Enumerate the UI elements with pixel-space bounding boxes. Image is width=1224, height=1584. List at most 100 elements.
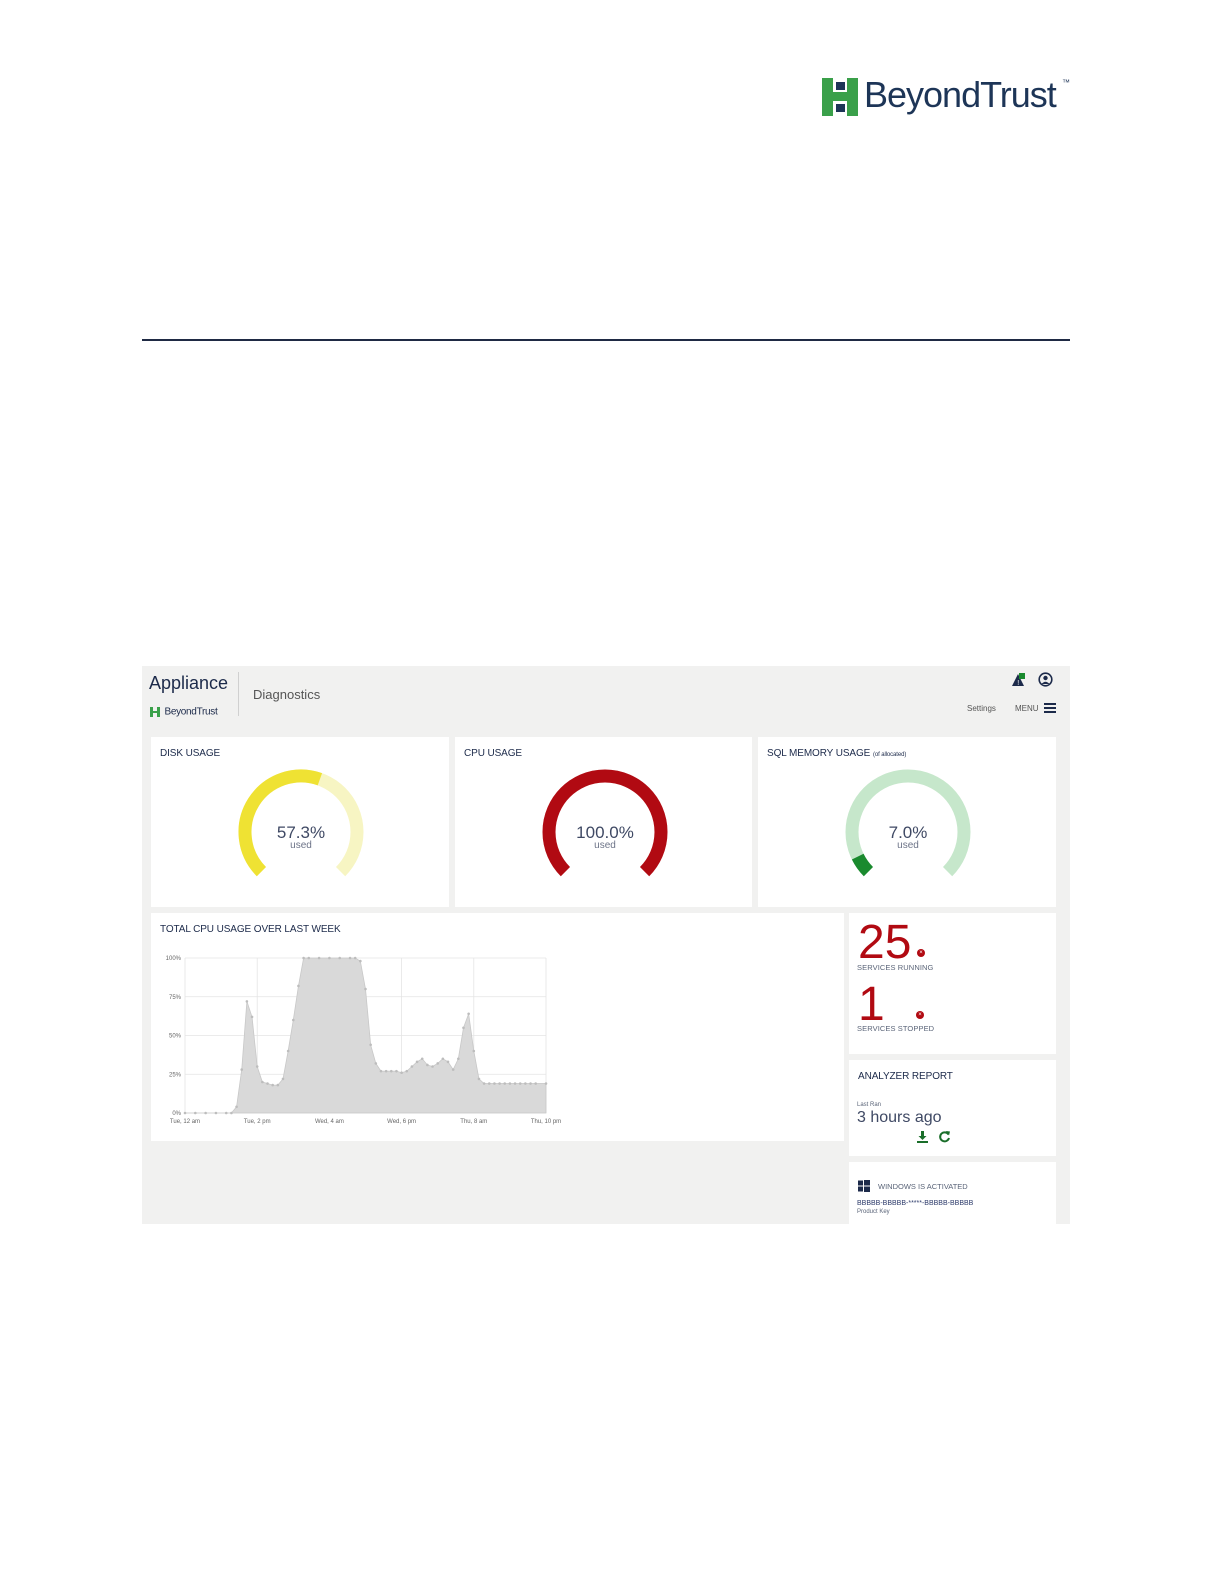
data-point <box>369 1043 372 1047</box>
data-point <box>400 1071 403 1074</box>
card-title: CPU USAGE <box>464 748 523 759</box>
data-point <box>524 1082 527 1085</box>
disk-usage-gauge: 57.3%used <box>238 769 364 877</box>
data-point <box>250 1015 254 1019</box>
data-point <box>302 956 305 960</box>
brand-logo: BeyondTrust ™ <box>822 74 1074 118</box>
disk-usage-card: DISK USAGE 57.3% used <box>151 737 449 907</box>
data-point <box>255 1065 259 1068</box>
data-point <box>240 1068 244 1071</box>
data-point <box>348 956 352 960</box>
data-point <box>235 1105 238 1109</box>
cpu-history-chart: 0% 25% 50% 75% 100% Tue, 12 am Tue, 2 pm Wed, 4… <box>166 956 562 1125</box>
data-point <box>389 1069 393 1073</box>
user-account-icon[interactable] <box>1038 672 1053 687</box>
app-title: Appliance <box>149 673 229 693</box>
menu-button[interactable]: MENU <box>1015 704 1039 713</box>
header-divider <box>142 339 1070 341</box>
data-point <box>508 1082 512 1085</box>
beyondtrust-mark-icon <box>150 706 160 717</box>
data-point <box>359 959 362 963</box>
card-title: DISK USAGE <box>160 748 221 759</box>
data-point <box>286 1049 290 1053</box>
services-stopped-count: 1 <box>858 978 885 1031</box>
card-title: SQL MEMORY USAGE (of allocated) <box>767 748 906 759</box>
data-point <box>534 1082 537 1085</box>
data-point <box>271 1083 274 1087</box>
windows-activation-card: WINDOWS IS ACTIVATED BBBBB-BBBBB-*****-B… <box>849 1162 1056 1224</box>
data-point <box>451 1068 455 1071</box>
gauge-sub-label: used <box>897 840 919 851</box>
data-point <box>513 1082 517 1085</box>
data-point <box>276 1083 280 1087</box>
title-separator <box>238 672 239 716</box>
data-point <box>431 1065 434 1068</box>
data-point <box>281 1077 285 1081</box>
data-point <box>420 1057 424 1061</box>
error-icon: × <box>917 949 925 957</box>
services-card: 25 × SERVICES RUNNING 1 × SERVICES STOPP… <box>849 913 1056 1054</box>
product-key-value: BBBBB-BBBBB-*****-BBBBB-BBBBB <box>857 1200 974 1207</box>
data-point <box>503 1082 507 1085</box>
data-point <box>379 1069 383 1073</box>
x-tick-label: Thu, 10 pm <box>531 1119 561 1125</box>
data-point <box>328 956 331 960</box>
download-icon[interactable] <box>916 1130 929 1143</box>
x-tick-label: Wed, 6 pm <box>387 1119 416 1125</box>
y-tick-label: 50% <box>169 1034 182 1040</box>
beyondtrust-mark-icon <box>822 78 858 116</box>
data-point <box>384 1069 388 1073</box>
data-point <box>261 1080 264 1084</box>
data-point <box>477 1077 481 1081</box>
data-point <box>467 1012 470 1016</box>
data-point <box>446 1060 450 1064</box>
gauge-sub-label: used <box>290 840 312 851</box>
data-point <box>436 1062 440 1065</box>
hamburger-menu-icon[interactable] <box>1044 703 1056 713</box>
data-point <box>245 1000 249 1003</box>
services-stopped-label: SERVICES STOPPED <box>857 1024 935 1033</box>
data-point <box>338 956 342 960</box>
data-point <box>183 1111 187 1115</box>
sql-memory-gauge: 7.0%used <box>845 769 971 877</box>
trademark: ™ <box>1062 78 1070 87</box>
last-ran-value: 3 hours ago <box>857 1109 942 1126</box>
data-point <box>426 1063 429 1067</box>
y-tick-label: 100% <box>166 956 182 962</box>
data-point <box>410 1065 414 1068</box>
services-running-label: SERVICES RUNNING <box>857 963 934 972</box>
product-key-label: Product Key <box>857 1209 890 1215</box>
refresh-icon[interactable] <box>938 1130 951 1143</box>
data-point <box>317 956 321 960</box>
data-point <box>204 1111 207 1115</box>
data-point <box>518 1082 522 1085</box>
y-tick-label: 75% <box>169 995 182 1001</box>
y-tick-label: 25% <box>169 1072 182 1078</box>
x-tick-label: Thu, 8 am <box>460 1119 487 1125</box>
brand-wordmark: BeyondTrust <box>864 74 1057 115</box>
services-running-count: 25 <box>858 916 912 969</box>
data-point <box>395 1069 398 1073</box>
error-icon: × <box>916 1011 924 1019</box>
x-tick-label: Tue, 2 pm <box>244 1119 271 1125</box>
data-point <box>472 1049 476 1053</box>
last-ran-label: Last Ran <box>857 1102 882 1108</box>
cpu-usage-card: CPU USAGE 100.0% used <box>455 737 752 907</box>
card-title: ANALYZER REPORT <box>858 1071 953 1082</box>
data-point <box>266 1082 269 1085</box>
cpu-usage-gauge: 100.0%used <box>542 769 668 877</box>
data-point <box>292 1018 295 1022</box>
status-alert-icon[interactable]: ! <box>1011 673 1025 687</box>
app-sublogo-text: BeyondTrust <box>164 706 218 718</box>
sql-memory-usage-card: SQL MEMORY USAGE (of allocated) 7.0% used <box>758 737 1056 907</box>
card-title-note: (of allocated) <box>872 752 907 758</box>
data-point <box>405 1069 409 1073</box>
cpu-history-card: 0% 25% 50% 75% 100% Tue, 12 am Tue, 2 pm Wed, 4… <box>151 913 844 1141</box>
data-point <box>230 1111 233 1115</box>
x-tick-label: Wed, 4 am <box>315 1119 344 1125</box>
settings-link[interactable]: Settings <box>967 704 996 713</box>
data-point <box>374 1062 378 1065</box>
card-title-text: SQL MEMORY USAGE <box>767 748 871 759</box>
data-point <box>224 1111 228 1115</box>
analyzer-report-card: ANALYZER REPORT Last Ran 3 hours ago <box>849 1060 1056 1156</box>
